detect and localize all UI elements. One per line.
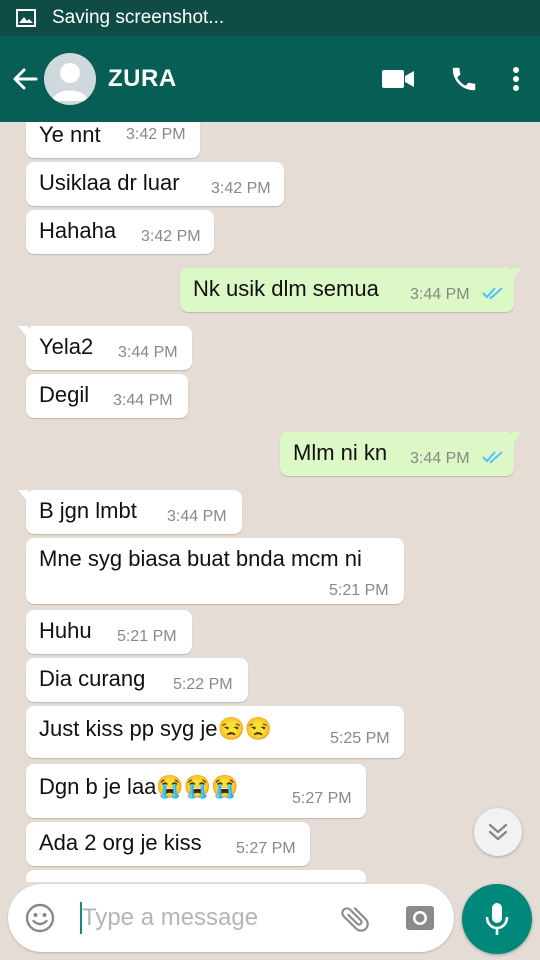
phone-icon (452, 67, 476, 91)
avatar-icon (52, 63, 88, 101)
double-check-icon (482, 287, 503, 300)
camera-icon[interactable] (404, 902, 436, 934)
message-time: 5:22 PM (173, 676, 233, 693)
emoji-icon[interactable] (24, 902, 56, 934)
attach-icon[interactable] (338, 902, 372, 936)
message-time: 5:27 PM (292, 790, 352, 807)
voice-call-button[interactable] (444, 59, 484, 99)
message-time: 5:25 PM (330, 730, 390, 747)
message-incoming[interactable]: B jgn lmbt 3:44 PM (18, 490, 242, 534)
message-time: 3:44 PM (410, 286, 470, 303)
message-time: 3:42 PM (211, 180, 271, 197)
message-text: Usiklaa dr luar (39, 170, 180, 195)
message-text: Degil (39, 382, 90, 407)
message-text: Just kiss pp syg je😒😒 (39, 716, 273, 741)
message-incoming[interactable]: Degil 3:44 PM (26, 374, 188, 418)
message-text: Mne syg biasa buat bnda mcm ni (39, 546, 362, 571)
message-incoming[interactable]: Ada 2 org je kiss 5:27 PM (26, 822, 310, 866)
message-time: 5:21 PM (117, 628, 177, 645)
message-incoming[interactable]: Huhu 5:21 PM (26, 610, 192, 654)
status-bar: Saving screenshot... (0, 0, 540, 36)
message-time: 3:44 PM (118, 344, 178, 361)
message-outgoing[interactable]: Nk usik dlm semua 3:44 PM (180, 268, 522, 312)
video-call-button[interactable] (378, 59, 418, 99)
video-call-icon (382, 70, 414, 88)
contact-name[interactable]: ZURA (108, 65, 378, 93)
back-arrow-icon[interactable] (10, 64, 40, 94)
message-composer: Type a message (8, 884, 454, 952)
message-text: Ye nnt (39, 122, 101, 147)
message-text: Hahaha (39, 218, 117, 243)
more-options-button[interactable] (506, 59, 526, 99)
avatar[interactable] (44, 53, 96, 105)
message-time: 3:44 PM (410, 450, 470, 467)
image-icon (16, 9, 36, 27)
message-text: Ada 2 org je kiss (39, 830, 202, 855)
message-incoming[interactable]: Ye nnt 3:42 PM (26, 122, 200, 158)
message-text: Dia curang (39, 666, 146, 691)
message-incoming[interactable]: Dgn b je laa😭😭😭 5:27 PM (26, 764, 366, 818)
message-time: 3:44 PM (113, 392, 173, 409)
message-incoming[interactable]: Dia curang 5:22 PM (26, 658, 248, 702)
double-check-icon (482, 451, 503, 464)
message-text: Nk usik dlm semua (193, 276, 379, 301)
message-incoming[interactable]: Hahaha 3:42 PM (26, 210, 214, 254)
message-input[interactable]: Type a message (82, 904, 258, 932)
message-incoming[interactable]: Yela2 3:44 PM (18, 326, 192, 370)
message-incoming-partial[interactable] (26, 870, 366, 882)
status-text: Saving screenshot... (52, 7, 225, 28)
voice-message-button[interactable] (462, 884, 532, 954)
scroll-to-bottom-button[interactable] (474, 808, 522, 856)
message-incoming[interactable]: Usiklaa dr luar 3:42 PM (26, 162, 284, 206)
message-text: B jgn lmbt (39, 498, 137, 523)
message-incoming[interactable]: Just kiss pp syg je😒😒 5:25 PM (26, 706, 404, 758)
mic-icon (485, 903, 509, 935)
message-time: 5:27 PM (236, 840, 296, 857)
message-text: Yela2 (39, 334, 94, 359)
chat-header: ZURA (0, 36, 540, 122)
message-text: Dgn b je laa😭😭😭 (39, 774, 239, 799)
more-vert-icon (513, 67, 519, 91)
message-text: Huhu (39, 618, 92, 643)
message-text: Mlm ni kn (293, 440, 388, 465)
message-outgoing[interactable]: Mlm ni kn 3:44 PM (280, 432, 522, 476)
message-time: 3:42 PM (141, 228, 201, 245)
message-time: 3:44 PM (167, 508, 227, 525)
message-time: 5:21 PM (329, 582, 389, 599)
message-time: 3:42 PM (126, 126, 186, 143)
chevron-down-icon (488, 823, 508, 841)
message-list[interactable]: Ye nnt 3:42 PM Usiklaa dr luar 3:42 PM H… (0, 122, 540, 882)
message-incoming[interactable]: Mne syg biasa buat bnda mcm ni 5:21 PM (26, 538, 404, 604)
